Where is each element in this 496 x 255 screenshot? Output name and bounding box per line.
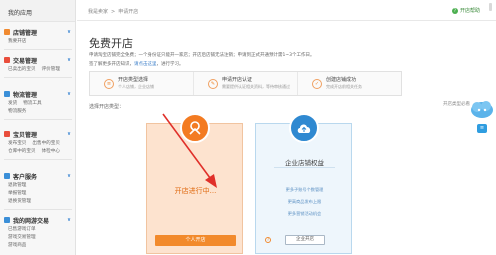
main-content: 我是卖家 > 申请开店 ? 开店帮助 免费开店 申请淘宝店铺完全免费；一个身份证只能… <box>77 0 496 255</box>
nav-group-game: 我的网游交易 ∨ 已售游戏订单 游戏交易管理 游戏商品 <box>0 214 76 250</box>
nav-group-header-items[interactable]: 宝贝管理 ∨ <box>0 128 76 140</box>
sidebar-item-reviews[interactable]: 评价管理 <box>42 67 60 72</box>
sidebar-item-logistics-tools[interactable]: 物流工具 <box>23 101 41 106</box>
breadcrumb-seller[interactable]: 我是卖家 <box>88 9 108 15</box>
chevron-down-icon[interactable]: ∨ <box>67 131 71 137</box>
chevron-down-icon[interactable]: ∨ <box>67 217 71 223</box>
question-icon[interactable]: ? <box>265 237 271 243</box>
scrollbar[interactable] <box>489 3 492 11</box>
cloud-icon <box>289 113 319 143</box>
sidebar-item-publish[interactable]: 发布宝贝 <box>8 141 26 146</box>
nav-group-header-logistics[interactable]: 物流管理 ∨ <box>0 88 76 100</box>
sidebar-item-refund[interactable]: 退款管理 <box>8 183 26 188</box>
sidebar-item-warehouse[interactable]: 仓库中的宝贝 <box>8 149 36 154</box>
help-icon: ? <box>451 7 458 14</box>
mascot-icon[interactable] <box>470 98 494 124</box>
nav-group-logistics: 物流管理 ∨ 发货 物流工具 物流服务 <box>0 88 76 120</box>
nav-group-header-trade[interactable]: 交易管理 ∨ <box>0 54 76 66</box>
nav-group-trade: 交易管理 ∨ 已卖出的宝贝 评价管理 <box>0 54 76 78</box>
goods-icon <box>4 131 10 137</box>
sidebar-item-game-trades[interactable]: 游戏交易管理 <box>8 235 36 240</box>
sidebar-item-game-orders[interactable]: 已售游戏订单 <box>8 227 36 232</box>
step-1: ≡ 开店类型选择 个人店铺，企业店铺 <box>90 72 193 95</box>
sidebar: 我的应用 店铺管理 ∨ 我要开店 交易管理 ∨ 已卖出的宝贝 评价管理 物流管理 … <box>0 0 76 255</box>
sidebar-item-sold[interactable]: 已卖出的宝贝 <box>8 67 36 72</box>
enterprise-title: 企业店铺权益 <box>285 159 324 167</box>
shop-type-help-link[interactable]: 开店类型必看 <box>443 101 470 107</box>
personal-shop-button[interactable]: 个人开店 <box>155 235 236 246</box>
sidebar-item-open-shop[interactable]: 我要开店 <box>8 39 26 44</box>
breadcrumb-open-shop: 申请开店 <box>118 9 139 15</box>
page-title: 免费开店 <box>89 37 133 50</box>
enterprise-benefit: 更多营销活动机会 <box>287 211 322 216</box>
red-arrow-annotation <box>162 113 217 188</box>
edit-icon: ✎ <box>208 78 218 89</box>
chevron-down-icon[interactable]: ∨ <box>67 173 71 179</box>
sidebar-item-report[interactable]: 举报管理 <box>8 191 26 196</box>
truck-icon <box>4 91 10 97</box>
customer-service-icon <box>4 173 10 179</box>
trade-icon <box>4 57 10 63</box>
nav-group-service: 客户服务 ∨ 退款管理 举报管理 退换货管理 <box>0 170 76 210</box>
sidebar-item-ship[interactable]: 发货 <box>8 101 17 106</box>
enterprise-shop-card[interactable]: 企业店铺权益 更多子账号个数管理 更高商品发布上限 更多营销活动机会 ? 企业开… <box>255 113 352 254</box>
info-text-2: 签了解更多开店知识，请点击这里，进行学习。 <box>89 62 184 67</box>
sidebar-item-game-goods[interactable]: 游戏商品 <box>8 243 26 248</box>
sidebar-item-on-sale[interactable]: 出售中的宝贝 <box>32 141 60 146</box>
nav-group-shop: 店铺管理 ∨ 我要开店 <box>0 26 76 50</box>
help-link[interactable]: ? 开店帮助 <box>451 7 480 14</box>
steps-bar: ≡ 开店类型选择 个人店铺，企业店铺 ✎ 申请开店认证 需要提供认证相关资料，等待审… <box>89 71 402 96</box>
step-2: ✎ 申请开店认证 需要提供认证相关资料，等待审核通过 <box>193 72 297 95</box>
enterprise-shop-button[interactable]: 企业开店 <box>285 235 325 245</box>
step-3: ✓ 创建店铺成功 完成开店前相关任务 <box>297 72 401 95</box>
nav-group-header-shop[interactable]: 店铺管理 ∨ <box>0 26 76 38</box>
divider <box>274 167 335 168</box>
enterprise-benefit: 更多子账号个数管理 <box>285 187 324 192</box>
nav-group-header-game[interactable]: 我的网游交易 ∨ <box>0 214 76 226</box>
nav-group-items: 宝贝管理 ∨ 发布宝贝 出售中的宝贝 仓库中的宝贝 体检中心 <box>0 128 76 160</box>
nav-group-header-service[interactable]: 客户服务 ∨ <box>0 170 76 182</box>
enterprise-benefit: 更高商品发布上限 <box>287 199 322 204</box>
check-icon: ✓ <box>312 78 322 89</box>
chevron-down-icon[interactable]: ∨ <box>67 57 71 63</box>
breadcrumb: 我是卖家 > 申请开店 ? 开店帮助 <box>77 0 496 21</box>
list-icon: ≡ <box>104 78 114 89</box>
game-icon <box>4 217 10 223</box>
learn-more-link[interactable]: 请点击这里 <box>134 62 157 67</box>
sidebar-item-logistics-service[interactable]: 物流服务 <box>8 109 26 114</box>
shop-type-label: 选择开店类型： <box>89 104 125 110</box>
shop-icon <box>4 29 10 35</box>
chevron-down-icon[interactable]: ∨ <box>67 29 71 35</box>
sidebar-item-checkup[interactable]: 体检中心 <box>42 149 60 154</box>
info-text: 申请淘宝店铺完全免费；一个身份证只能开一家店；开店后店铺无法注销；申请到正式开通… <box>89 53 315 58</box>
sidebar-item-return[interactable]: 退换货管理 <box>8 199 31 204</box>
chevron-down-icon[interactable]: ∨ <box>67 91 71 97</box>
sidebar-title: 我的应用 <box>0 0 75 22</box>
chat-icon[interactable]: ≡ <box>477 124 487 133</box>
